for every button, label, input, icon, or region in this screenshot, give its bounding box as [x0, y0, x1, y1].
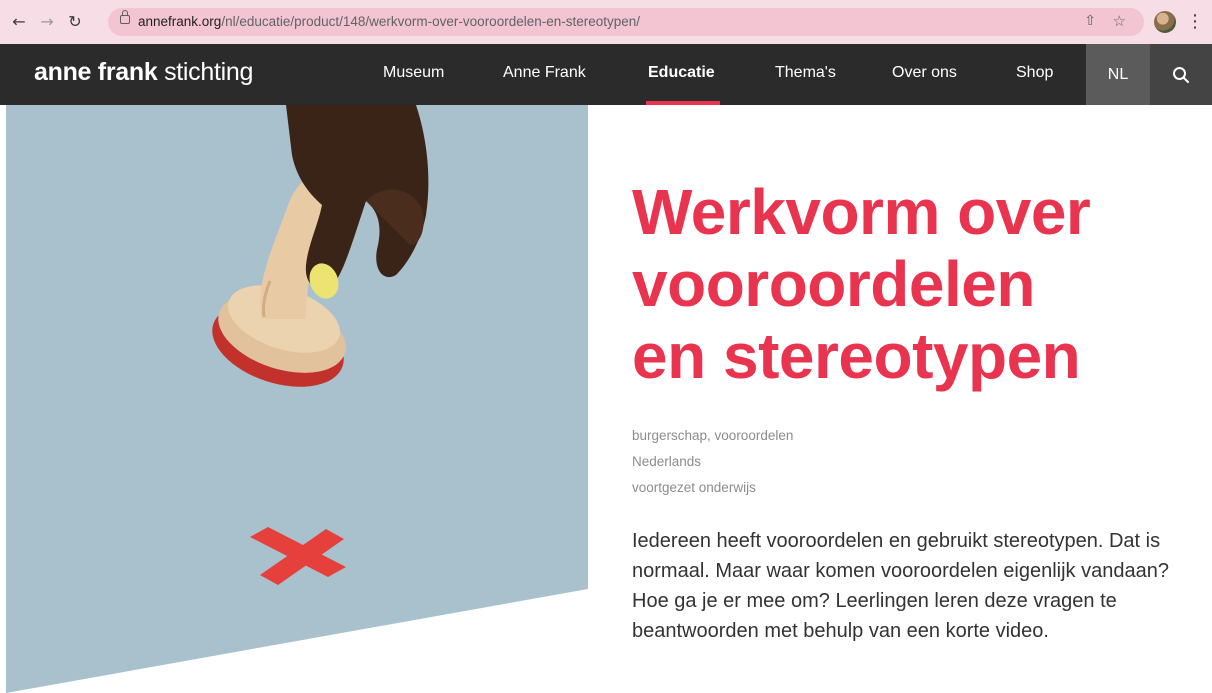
- search-button[interactable]: [1150, 44, 1212, 105]
- profile-avatar[interactable]: [1154, 11, 1176, 33]
- back-arrow-icon[interactable]: ←: [8, 10, 30, 32]
- reload-icon[interactable]: ↻: [64, 10, 86, 32]
- nav-item-shop[interactable]: Shop: [1016, 64, 1053, 82]
- product-tags: burgerschap, vooroordelen Nederlands voo…: [632, 423, 793, 501]
- share-icon[interactable]: ⇧: [1084, 13, 1096, 29]
- title-line: Werkvorm over: [632, 176, 1091, 248]
- nav-item-anne-frank[interactable]: Anne Frank: [503, 64, 586, 82]
- page-title: Werkvorm over vooroordelen en stereotype…: [632, 176, 1192, 392]
- title-line: en stereotypen: [632, 320, 1081, 392]
- tag-language: Nederlands: [632, 454, 702, 469]
- language-button[interactable]: NL: [1086, 44, 1150, 105]
- lock-icon: [120, 10, 130, 24]
- nav-item-themas[interactable]: Thema's: [775, 64, 836, 82]
- hero-image: [6, 105, 588, 693]
- nav-item-museum[interactable]: Museum: [383, 64, 444, 82]
- title-line: vooroordelen: [632, 248, 1035, 320]
- tag-themes[interactable]: burgerschap, vooroordelen: [632, 423, 793, 449]
- intro-paragraph: Iedereen heeft vooroordelen en gebruikt …: [632, 530, 1169, 642]
- nav-item-over-ons[interactable]: Over ons: [892, 64, 957, 82]
- kebab-menu-icon[interactable]: ⋮: [1186, 10, 1204, 34]
- browser-toolbar: ← → ↻ annefrank.org/nl/educatie/product/…: [0, 0, 1212, 44]
- address-bar[interactable]: annefrank.org/nl/educatie/product/148/we…: [108, 8, 1144, 36]
- tag-level: voortgezet onderwijs: [632, 480, 756, 495]
- active-nav-indicator: [646, 101, 720, 105]
- search-icon: [1173, 66, 1189, 83]
- site-logo[interactable]: anne frank stichting: [34, 58, 253, 87]
- site-header: anne frank stichting Museum Anne Frank E…: [0, 44, 1212, 105]
- url-text: annefrank.org/nl/educatie/product/148/we…: [138, 14, 640, 29]
- url-domain: annefrank.org: [138, 14, 222, 29]
- logo-bold-text: anne frank: [34, 58, 158, 86]
- bookmark-star-icon[interactable]: ☆: [1113, 12, 1126, 30]
- nav-item-educatie[interactable]: Educatie: [648, 64, 715, 82]
- url-path: /nl/educatie/product/148/werkvorm-over-v…: [221, 14, 641, 29]
- forward-arrow-icon[interactable]: →: [36, 10, 58, 32]
- logo-light-text: stichting: [157, 58, 254, 86]
